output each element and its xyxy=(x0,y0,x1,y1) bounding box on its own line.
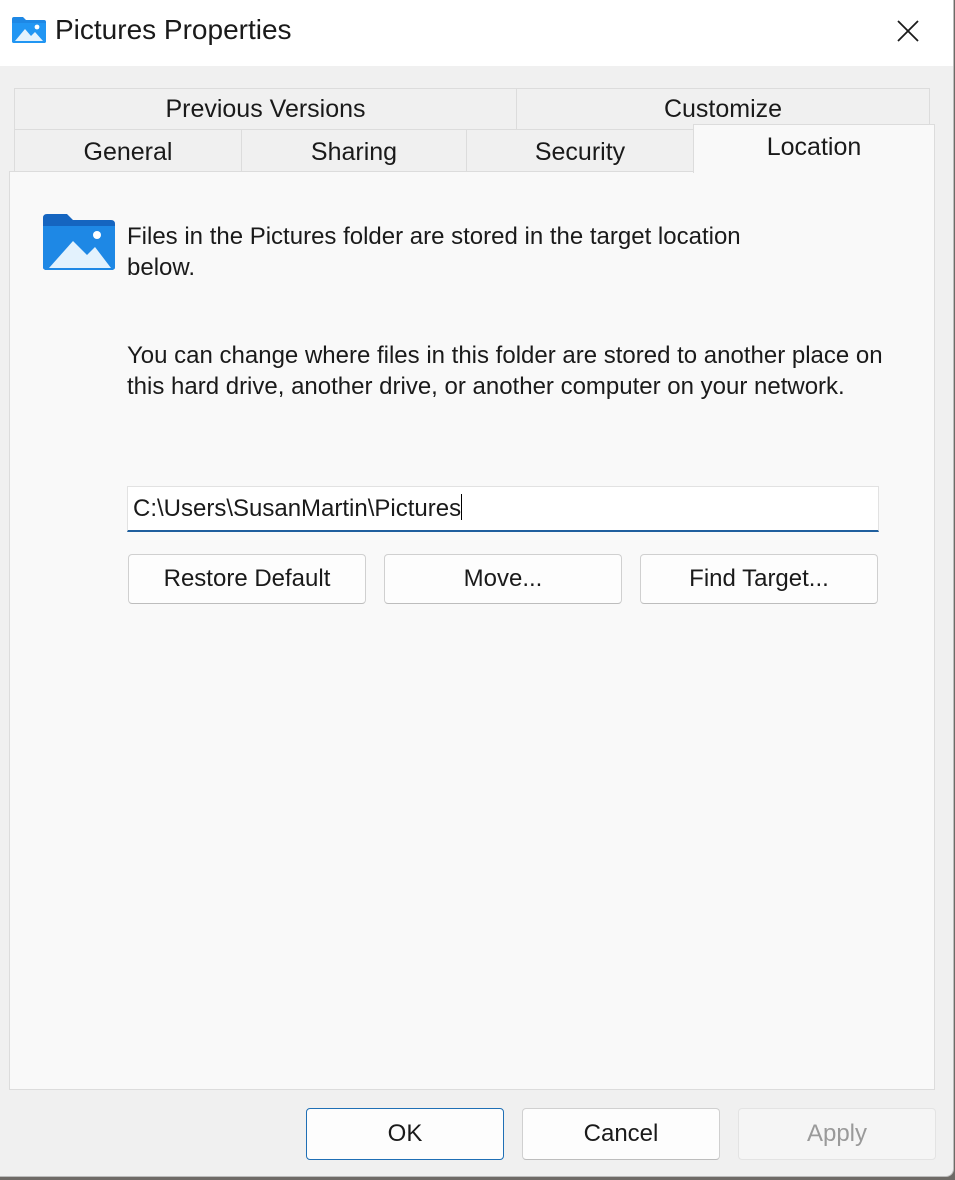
tab-label: General xyxy=(83,138,173,166)
location-panel xyxy=(9,171,935,1090)
tab-location[interactable]: Location xyxy=(693,124,935,173)
tab-label: Security xyxy=(534,138,626,166)
tab-previous-versions[interactable]: Previous Versions xyxy=(14,88,517,130)
window-title: Pictures Properties xyxy=(55,14,292,45)
close-icon xyxy=(897,20,919,42)
move-button[interactable]: Move... xyxy=(384,554,622,604)
apply-button[interactable]: Apply xyxy=(738,1108,936,1160)
button-label: OK xyxy=(387,1120,423,1147)
pictures-folder-icon xyxy=(43,214,115,270)
close-button[interactable] xyxy=(863,0,953,62)
tab-label: Customize xyxy=(663,94,783,123)
restore-default-button[interactable]: Restore Default xyxy=(128,554,366,604)
tab-label: Previous Versions xyxy=(165,94,366,123)
tab-general[interactable]: General xyxy=(14,129,242,172)
tab-sharing[interactable]: Sharing xyxy=(241,129,467,172)
button-label: Find Target... xyxy=(689,565,829,592)
pictures-folder-icon xyxy=(12,17,46,43)
location-path-field[interactable]: C:\Users\SusanMartin\Pictures xyxy=(127,486,879,532)
button-label: Move... xyxy=(463,565,543,592)
cancel-button[interactable]: Cancel xyxy=(522,1108,720,1160)
find-target-button[interactable]: Find Target... xyxy=(640,554,878,604)
button-label: Apply xyxy=(806,1120,868,1147)
ok-button[interactable]: OK xyxy=(306,1108,504,1160)
location-description-text: You can change where files in this folde… xyxy=(127,342,883,400)
location-path-value: C:\Users\SusanMartin\Pictures xyxy=(133,495,462,522)
button-label: Cancel xyxy=(583,1120,659,1147)
location-intro-text: Files in the Pictures folder are stored … xyxy=(127,223,741,281)
tab-label: Sharing xyxy=(310,138,398,166)
title-bar[interactable]: Pictures Properties xyxy=(0,0,953,66)
properties-dialog: Pictures Properties Previous Versions Cu… xyxy=(0,0,954,1177)
text-caret xyxy=(461,494,463,520)
tab-label: Location xyxy=(766,132,862,161)
tab-security[interactable]: Security xyxy=(466,129,694,172)
button-label: Restore Default xyxy=(163,565,331,592)
